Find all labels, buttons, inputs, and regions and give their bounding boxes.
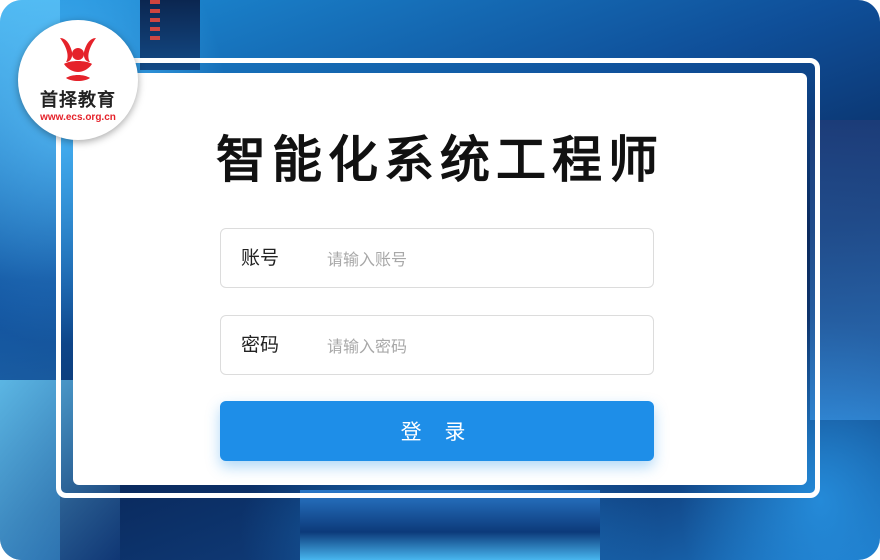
background-decoration-lights — [150, 0, 160, 40]
login-screen: 首择教育 www.ecs.org.cn 智能化系统工程师 账号 密码 登 录 — [0, 0, 880, 560]
username-field[interactable]: 账号 — [220, 228, 654, 288]
page-title: 智能化系统工程师 — [216, 131, 664, 189]
login-button[interactable]: 登 录 — [220, 401, 654, 461]
username-input[interactable] — [325, 243, 639, 275]
username-label: 账号 — [241, 247, 280, 269]
background-decoration-bottom — [300, 490, 600, 560]
ecs-logo-icon — [60, 38, 96, 81]
logo-badge: 首择教育 www.ecs.org.cn — [18, 20, 138, 140]
logo-name: 首择教育 — [40, 90, 116, 111]
password-input[interactable] — [325, 330, 639, 362]
password-label: 密码 — [241, 334, 280, 356]
background-decoration-right — [810, 120, 880, 420]
logo-url: www.ecs.org.cn — [40, 112, 116, 123]
password-field[interactable]: 密码 — [220, 315, 654, 375]
